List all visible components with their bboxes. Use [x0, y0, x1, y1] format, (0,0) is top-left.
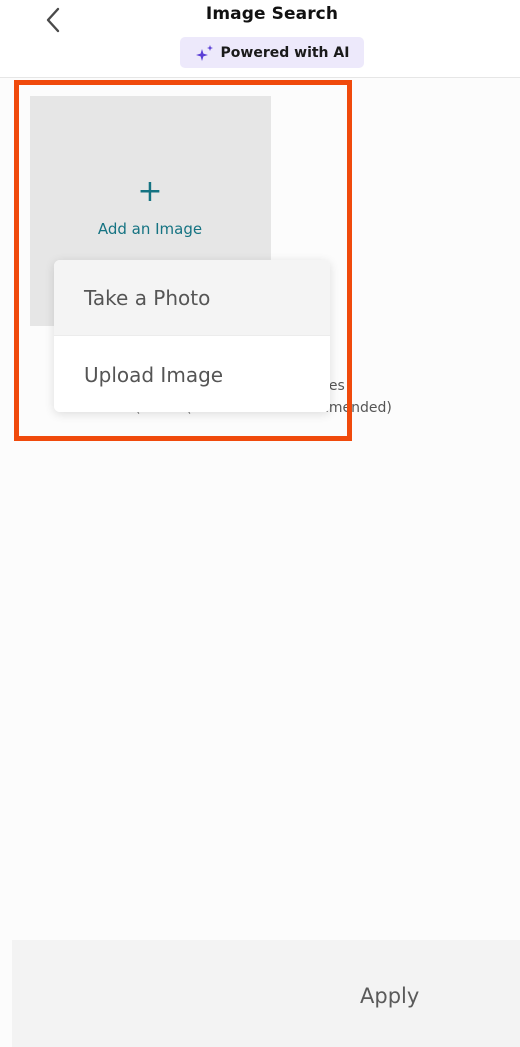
plus-icon: + [137, 174, 163, 209]
page-title: Image Search [205, 4, 339, 24]
sparkles-icon [195, 44, 213, 61]
top-header: Image Search Powered with AI [0, 0, 520, 78]
image-source-menu: Take a Photo Upload Image [54, 260, 330, 412]
hint-text-fragment: nmended) [320, 400, 392, 416]
apply-button[interactable]: Apply [360, 984, 419, 1008]
ai-badge: Powered with AI [180, 37, 364, 68]
ai-badge-label: Powered with AI [220, 44, 350, 61]
menu-item-upload-image[interactable]: Upload Image [54, 337, 330, 412]
add-image-label: Add an Image [97, 220, 203, 238]
bottom-action-bar [12, 940, 520, 1047]
menu-item-take-photo[interactable]: Take a Photo [54, 260, 330, 336]
